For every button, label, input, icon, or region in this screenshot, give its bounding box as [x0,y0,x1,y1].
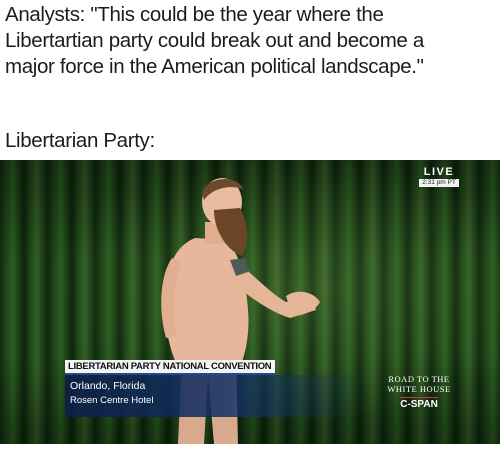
location-venue: Rosen Centre Hotel [70,395,154,406]
program-title-line-1: ROAD TO THE [388,374,450,384]
meme-subcaption: Libertarian Party: [5,129,155,152]
live-bug: LIVE 2:31 pm PT [419,166,459,187]
live-label: LIVE [423,166,455,178]
network-logo: C-SPAN [400,397,438,410]
bottom-margin [0,444,500,464]
program-title-line-2: WHITE HOUSE [387,384,451,394]
live-timestamp: 2:31 pm PT [419,179,459,187]
lower-third-headline: LIBERTARIAN PARTY NATIONAL CONVENTION [68,361,272,372]
caption-line-3: major force in the American political la… [5,55,424,78]
program-bug: ROAD TO THE WHITE HOUSE C-SPAN [369,374,469,412]
location-city: Orlando, Florida [70,380,146,392]
caption-line-2: Libertartian party could break out and b… [5,29,424,52]
lower-third-panel: Orlando, Florida Rosen Centre Hotel [65,375,365,417]
video-frame: LIVE 2:31 pm PT Orlando, Florida Rosen C… [0,160,500,444]
meme-caption: Analysts: "This could be the year where … [5,2,497,80]
caption-line-1: Analysts: "This could be the year where … [5,3,384,26]
lower-third-header: LIBERTARIAN PARTY NATIONAL CONVENTION [65,360,275,375]
